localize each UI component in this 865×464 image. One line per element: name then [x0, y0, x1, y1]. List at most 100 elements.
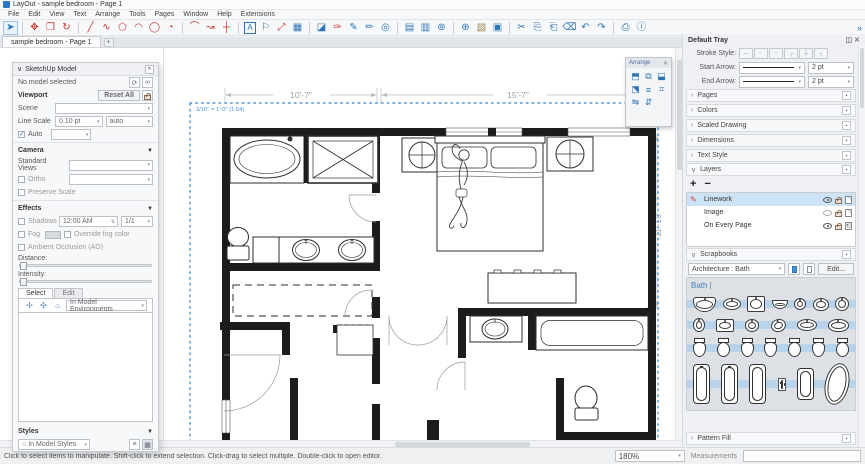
stroke-solid-button[interactable]: ─ — [739, 48, 753, 59]
menu-item[interactable]: Edit — [24, 11, 44, 18]
visibility-eye-icon[interactable] — [823, 197, 832, 203]
styles-dropdown[interactable]: ⌂In Model Styles▾ — [18, 439, 90, 450]
page-icon[interactable] — [845, 196, 852, 204]
preserve-scale-checkbox[interactable] — [18, 189, 25, 196]
selected-bathtub[interactable] — [778, 378, 786, 391]
paste-icon[interactable]: ⎗ — [546, 21, 561, 35]
separator[interactable] — [397, 22, 398, 34]
remove-layer-button[interactable]: − — [704, 178, 710, 190]
toolbar-overflow-icon[interactable]: » — [857, 23, 862, 33]
close-icon[interactable]: ✕ — [663, 60, 668, 67]
lock-icon[interactable] — [142, 90, 153, 101]
distance-slider[interactable] — [19, 264, 152, 267]
fog-checkbox[interactable] — [18, 231, 25, 238]
print-icon[interactable]: ⎙ — [618, 21, 633, 35]
bring-forward-icon[interactable]: ⧉ — [642, 70, 655, 83]
link-icon[interactable]: ∞ — [142, 77, 153, 88]
bathtub-icon[interactable] — [821, 361, 853, 407]
sink-icon[interactable] — [772, 300, 788, 309]
end-arrow-style-dropdown[interactable]: ▾ — [739, 76, 805, 88]
standard-views-dropdown[interactable]: ▾ — [69, 160, 153, 171]
stroke-pattern-button[interactable]: ┄ — [769, 48, 783, 59]
curve-tool[interactable]: ↝ — [203, 21, 218, 35]
align-center-icon[interactable]: ≡ — [642, 83, 655, 96]
environments-list[interactable] — [18, 312, 153, 422]
ao-checkbox[interactable] — [18, 244, 25, 251]
start-arrow-size-dropdown[interactable]: 2 pt▾ — [808, 62, 854, 74]
close-icon[interactable]: ▪ — [842, 106, 851, 115]
delete-icon[interactable]: ⌫ — [562, 21, 577, 35]
measurements-input[interactable] — [743, 450, 861, 462]
list-view-icon[interactable]: ≡ — [129, 439, 140, 450]
bathtub-icon[interactable] — [797, 368, 814, 400]
environment-add-icon[interactable]: ✣ — [38, 300, 49, 311]
account-icon[interactable]: ⊚ — [434, 21, 449, 35]
visibility-eye-off-icon[interactable] — [823, 210, 832, 216]
tray-section[interactable]: › Pages ▪ — [686, 89, 856, 102]
line-scale-mode-dropdown[interactable]: auto▾ — [106, 116, 154, 127]
bathtub-icon[interactable] — [693, 364, 710, 404]
sink-icon[interactable] — [723, 298, 741, 310]
toilet-icon[interactable] — [788, 338, 801, 357]
pin-icon[interactable]: ◫ — [846, 36, 853, 44]
page-icon[interactable] — [845, 209, 852, 217]
toilet-icon[interactable] — [764, 338, 777, 357]
scrapbook-library-dropdown[interactable]: Architecture : Bath▾ — [688, 263, 785, 275]
sink-icon[interactable] — [794, 298, 806, 310]
move-tool[interactable]: ✥ — [27, 21, 42, 35]
toilet-icon[interactable] — [812, 338, 825, 357]
menu-item[interactable]: File — [4, 11, 23, 18]
tray-scrollbar[interactable] — [858, 46, 865, 447]
open-icon[interactable]: ▧ — [474, 21, 489, 35]
lock-icon[interactable] — [835, 212, 842, 217]
two-point-arc-tool[interactable]: ⌒ — [187, 21, 202, 35]
close-icon[interactable]: ▪ — [842, 91, 851, 100]
bathtub-icon[interactable] — [749, 364, 766, 404]
effects-collapse-icon[interactable]: ▼ — [147, 206, 153, 212]
close-icon[interactable]: ✕ — [854, 36, 860, 44]
style-tool[interactable]: ✑ — [330, 21, 345, 35]
auto-dropdown[interactable]: ▾ — [51, 129, 91, 140]
toilet-icon[interactable] — [836, 338, 849, 357]
layer-row-linework[interactable]: ✎ Linework — [687, 193, 855, 206]
scrapbook-edit-button[interactable]: Edit... — [818, 263, 854, 275]
sink-icon[interactable] — [693, 297, 716, 312]
intensity-slider[interactable] — [19, 280, 152, 283]
toilet-icon[interactable] — [741, 338, 754, 357]
lock-icon[interactable] — [835, 199, 842, 204]
rectangle-tool[interactable]: ❐ — [43, 21, 58, 35]
separator[interactable] — [22, 22, 23, 34]
layer-row-on-every-page[interactable]: ✎ On Every Page — [687, 219, 855, 232]
arrange-header[interactable]: Arrange ✕ — [626, 58, 671, 68]
separator[interactable] — [509, 22, 510, 34]
panel-header[interactable]: ∨ SketchUp Model ✕ — [13, 63, 158, 76]
sink-icon[interactable] — [813, 298, 829, 311]
freehand-tool[interactable]: ∿ — [99, 21, 114, 35]
copy-icon[interactable]: ⎘ — [530, 21, 545, 35]
separator[interactable] — [238, 22, 239, 34]
add-page-tab-button[interactable]: + — [104, 38, 114, 47]
auto-checkbox[interactable] — [18, 131, 25, 138]
camera-collapse-icon[interactable]: ▼ — [147, 148, 153, 154]
layer-row-image[interactable]: ✎ Image — [687, 206, 855, 219]
zoom-selection-tool[interactable]: ◎ — [378, 21, 393, 35]
close-icon[interactable]: ▪ — [842, 250, 851, 259]
sink-icon[interactable] — [716, 319, 734, 332]
shadow-time-spinner[interactable]: 12:00 AM⇅ — [59, 216, 118, 227]
override-fog-checkbox[interactable] — [64, 231, 71, 238]
separator[interactable] — [78, 22, 79, 34]
circle-tool[interactable]: ◯ — [147, 21, 162, 35]
pen-tool[interactable]: ✎ — [346, 21, 361, 35]
toilet-icon[interactable] — [693, 338, 706, 357]
info-icon[interactable]: ⓘ — [634, 21, 649, 35]
separator[interactable] — [182, 22, 183, 34]
space-evenly-icon[interactable]: ⌗ — [655, 83, 668, 96]
close-icon[interactable]: ▪ — [842, 136, 851, 145]
add-page-icon[interactable]: ⊕ — [458, 21, 473, 35]
grid-view-icon[interactable]: ▦ — [142, 439, 153, 450]
zoom-level-dropdown[interactable]: 180%▾ — [615, 450, 685, 462]
drawing-canvas[interactable]: 10'-7" 15'-7" 11'-10" — [0, 48, 682, 447]
lock-icon[interactable] — [835, 225, 842, 230]
separator[interactable] — [309, 22, 310, 34]
bathtub-icon[interactable] — [721, 364, 738, 404]
